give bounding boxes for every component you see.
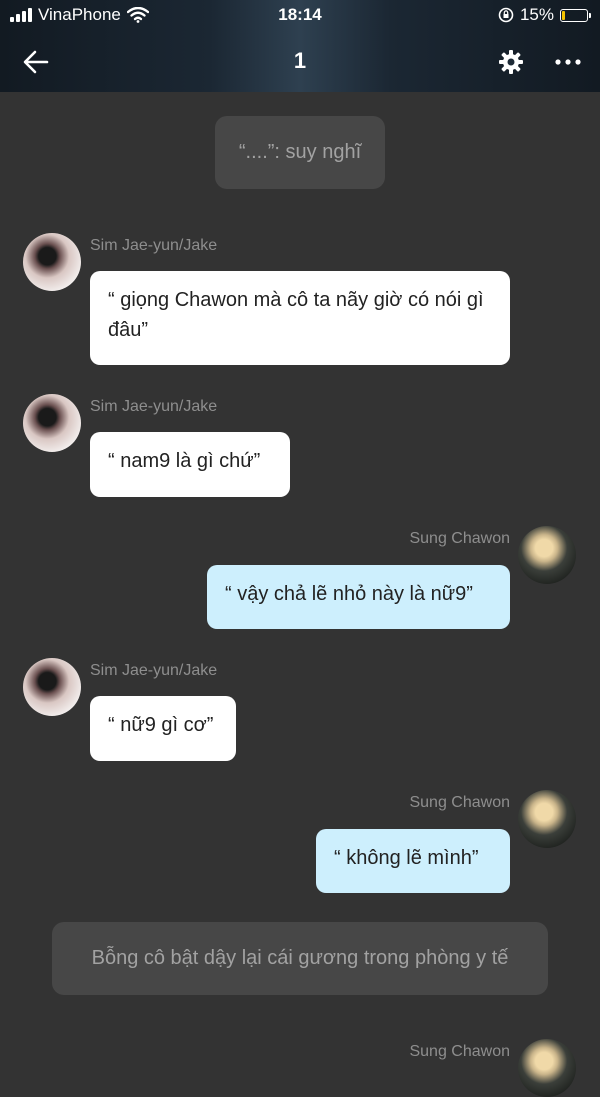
avatar[interactable]: [518, 1039, 576, 1097]
message-bubble[interactable]: “ không lẽ mình”: [316, 829, 510, 893]
message-text: “ vậy chả lẽ nhỏ này là nữ9”: [225, 583, 473, 605]
message-text: “ nam9 là gì chứ”: [108, 450, 261, 472]
sender-name: Sung Chawon: [409, 794, 510, 811]
nav-bar: 1: [0, 38, 600, 84]
narration-bubble: “....”: suy nghĩ: [215, 116, 385, 189]
narration-text: “....”: suy nghĩ: [238, 141, 362, 163]
battery-percent: 15%: [519, 5, 554, 24]
gear-icon[interactable]: [497, 48, 525, 76]
message-bubble[interactable]: “ giọng Chawon mà cô ta nãy giờ có nói g…: [90, 271, 510, 365]
message-text: “ không lẽ mình”: [334, 847, 479, 869]
avatar[interactable]: [518, 790, 576, 848]
top-header: VinaPhone 18:14 15% 1: [0, 0, 600, 92]
message-bubble[interactable]: “ vậy chả lẽ nhỏ này là nữ9”: [207, 565, 510, 629]
sender-name: Sung Chawon: [409, 1043, 510, 1060]
avatar[interactable]: [518, 526, 576, 584]
avatar[interactable]: [23, 658, 81, 716]
ellipsis-icon[interactable]: [552, 48, 584, 76]
avatar[interactable]: [23, 233, 81, 291]
orientation-lock-icon: [498, 7, 514, 23]
sender-name: Sung Chawon: [409, 530, 510, 547]
avatar[interactable]: [23, 394, 81, 452]
sender-name: Sim Jae-yun/Jake: [90, 237, 218, 254]
battery-icon: [560, 8, 591, 22]
status-bar: VinaPhone 18:14 15%: [0, 0, 600, 32]
message-bubble[interactable]: “ nữ9 gì cơ”: [90, 696, 236, 761]
narration-bubble: Bỗng cô bật dậy lại cái gương trong phòn…: [52, 922, 548, 995]
narration-text: Bỗng cô bật dậy lại cái gương trong phòn…: [91, 947, 509, 969]
sender-name: Sim Jae-yun/Jake: [90, 398, 218, 415]
sender-name: Sim Jae-yun/Jake: [90, 662, 218, 679]
message-bubble[interactable]: “ nam9 là gì chứ”: [90, 432, 290, 497]
message-text: “ nữ9 gì cơ”: [108, 714, 214, 736]
message-text: “ giọng Chawon mà cô ta nãy giờ có nói g…: [108, 289, 484, 341]
